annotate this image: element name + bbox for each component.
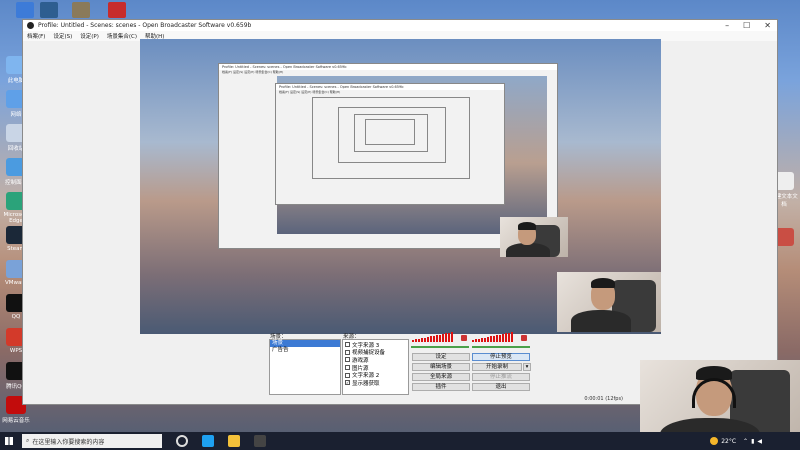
taskbar: ⌕ 在这里输入你要搜索的内容 22°C ⌃ ▮ ◀ (0, 432, 800, 450)
volume-icon-mic[interactable] (461, 335, 467, 341)
source-visibility-checkbox[interactable] (345, 342, 350, 348)
meter-bar (424, 337, 426, 342)
nested-menu: 档案(F) 设定(S) 设定(P) 场景集合(C) 帮助(H) (279, 90, 341, 94)
obs-titlebar[interactable]: Profile: Untitled - Scenes: scenes - Ope… (23, 20, 777, 31)
windows-logo-icon (5, 437, 13, 445)
meter-bar (451, 332, 453, 342)
menu-file[interactable]: 档案(F) (27, 32, 45, 40)
meter-bar (427, 337, 429, 342)
maximize-button[interactable]: ☐ (743, 20, 750, 31)
meter-bar (484, 337, 486, 342)
chevron-down-icon: ▾ (525, 364, 529, 370)
desktop-top-icon[interactable] (108, 2, 126, 18)
meter-bar (418, 338, 420, 342)
desktop-top-icon[interactable] (40, 2, 58, 18)
meter-bar (505, 333, 507, 342)
meter-bar (508, 332, 510, 342)
volume-icon[interactable]: ◀ (757, 438, 762, 445)
nested-obs-window (365, 119, 415, 145)
close-button[interactable]: ✕ (764, 20, 771, 31)
meter-bar (472, 340, 474, 342)
sources-list[interactable]: 文字来源 3 视频捕捉设备 游戏源 图片源 文字来源 2 ✓ 显示器获取 (342, 339, 409, 395)
source-visibility-checkbox[interactable] (345, 372, 350, 378)
meter-bar (475, 339, 477, 342)
search-placeholder: 在这里输入你要搜索的内容 (32, 438, 105, 446)
weather-temp[interactable]: 22°C (721, 438, 736, 445)
system-tray: 22°C ⌃ ▮ ◀ (710, 432, 800, 450)
meter-bar (481, 338, 483, 342)
scenes-list[interactable]: 场景 广告告 (269, 339, 341, 395)
source-label: 显示器获取 (352, 380, 380, 387)
obs-logo-icon (27, 22, 34, 29)
tray-expand-icon[interactable]: ⌃ (743, 438, 748, 445)
settings-button[interactable]: 设定 (412, 353, 470, 361)
meter-bar (499, 334, 501, 342)
edit-scene-button[interactable]: 编辑场景 (412, 363, 470, 371)
meter-bar (448, 332, 450, 342)
meter-bar (511, 332, 513, 342)
meter-bar (445, 333, 447, 342)
weather-icon[interactable] (710, 437, 719, 445)
meter-bar (436, 335, 438, 342)
menu-scene-collection[interactable]: 场景集合(C) (107, 32, 137, 40)
desktop-top-icon[interactable] (16, 2, 34, 18)
desktop-top-icon[interactable] (72, 2, 90, 18)
audio-meter-mic (412, 332, 453, 342)
volume-icon-desktop[interactable] (521, 335, 527, 341)
desktop-level-bar[interactable] (472, 346, 530, 348)
nested-menu: 档案(F) 设定(S) 设定(P) 场景集合(C) 帮助(H) (222, 70, 284, 74)
meter-bar (415, 339, 417, 342)
stop-preview-button[interactable]: 停止预览 (472, 353, 530, 361)
mic-level-bar[interactable] (411, 346, 469, 348)
taskbar-search[interactable]: ⌕ 在这里输入你要搜索的内容 (22, 434, 162, 448)
webcam-overlay-small (557, 272, 661, 332)
scene-item[interactable]: 广告告 (270, 347, 340, 354)
meter-bar (493, 335, 495, 342)
search-icon: ⌕ (26, 437, 30, 444)
menu-settings[interactable]: 设定(S) (53, 32, 72, 40)
source-visibility-checkbox[interactable] (345, 357, 350, 363)
start-recording-button[interactable]: 开始录制 (472, 363, 522, 371)
meter-bar (433, 335, 435, 342)
audio-meter-desktop (472, 332, 513, 342)
meter-bar (487, 337, 489, 342)
meter-bar (412, 340, 414, 342)
meter-bar (421, 338, 423, 342)
task-view-icon[interactable] (176, 435, 188, 447)
meter-bar (478, 338, 480, 342)
source-visibility-checkbox[interactable]: ✓ (345, 380, 350, 386)
minimize-button[interactable]: – (725, 20, 729, 31)
start-button[interactable] (0, 432, 18, 450)
file-explorer-icon[interactable] (228, 435, 240, 447)
meter-bar (496, 335, 498, 342)
menu-profile[interactable]: 设定(P) (80, 32, 99, 40)
global-sources-button[interactable]: 全局来源 (412, 373, 470, 381)
meter-bar (430, 336, 432, 342)
scene-item[interactable]: 场景 (270, 340, 340, 347)
meter-bar (490, 336, 492, 342)
desktop-icon-label: 网易云音乐 (2, 418, 30, 424)
meter-bar (502, 334, 504, 342)
plugins-button[interactable]: 插件 (412, 383, 470, 391)
exit-button[interactable]: 退出 (472, 383, 530, 391)
obs-icon[interactable] (254, 435, 266, 447)
meter-bar (442, 334, 444, 342)
network-icon[interactable]: ▮ (751, 438, 754, 445)
preview-webcam-overlay (500, 217, 568, 257)
edge-icon[interactable] (202, 435, 214, 447)
source-visibility-checkbox[interactable] (345, 349, 350, 355)
recording-dropdown-button[interactable]: ▾ (523, 363, 531, 371)
stop-stream-button[interactable]: 停止推流 (472, 373, 530, 381)
obs-window: Profile: Untitled - Scenes: scenes - Ope… (22, 19, 778, 405)
meter-bar (439, 334, 441, 342)
source-item[interactable]: ✓ 显示器获取 (343, 379, 408, 387)
window-title: Profile: Untitled - Scenes: scenes - Ope… (38, 22, 252, 29)
source-visibility-checkbox[interactable] (345, 365, 350, 371)
